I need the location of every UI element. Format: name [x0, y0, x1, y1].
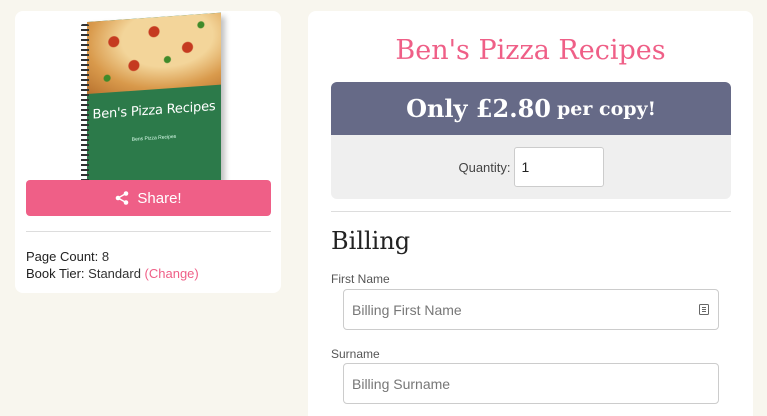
page-count-label: Page Count:: [26, 249, 99, 264]
spiral-binding: [81, 24, 89, 190]
divider: [331, 211, 731, 212]
autofill-icon[interactable]: [699, 304, 709, 315]
surname-field[interactable]: [343, 363, 719, 404]
book-tier-label: Book Tier:: [26, 266, 85, 281]
share-button[interactable]: Share!: [26, 180, 271, 216]
divider: [26, 231, 271, 232]
book-meta: Page Count: 8 Book Tier: Standard (Chang…: [26, 248, 199, 282]
order-form-card: Ben's Pizza Recipes Only £2.80 per copy!…: [308, 11, 753, 416]
quantity-label: Quantity:: [458, 159, 511, 175]
book-tier-value: Standard: [88, 266, 141, 281]
change-tier-link[interactable]: (Change): [145, 266, 199, 281]
price-amount: Only £2.80: [406, 94, 552, 123]
book-cover-image: Ben's Pizza Recipes Bens Pizza Recipes: [79, 12, 229, 191]
quantity-row: Quantity:: [331, 135, 731, 199]
book-preview-card: Ben's Pizza Recipes Bens Pizza Recipes S…: [15, 11, 281, 293]
page-title: Ben's Pizza Recipes: [395, 35, 666, 66]
first-name-label: First Name: [331, 272, 390, 286]
pizza-image: [87, 12, 221, 95]
book-tier-row: Book Tier: Standard (Change): [26, 265, 199, 282]
page-count-value: 8: [101, 249, 110, 264]
share-icon: [116, 191, 129, 205]
share-button-label: Share!: [137, 189, 182, 207]
page-count-row: Page Count: 8: [26, 248, 199, 265]
book-cover-title: Ben's Pizza Recipes: [92, 99, 216, 123]
price-panel: Only £2.80 per copy! Quantity:: [331, 82, 731, 199]
surname-label: Surname: [331, 347, 380, 361]
book-cover-author: Bens Pizza Recipes: [131, 133, 177, 143]
book-cover: Ben's Pizza Recipes Bens Pizza Recipes: [87, 12, 221, 191]
billing-heading: Billing: [331, 227, 411, 255]
price-banner: Only £2.80 per copy!: [331, 82, 731, 135]
price-unit: per copy!: [557, 97, 656, 120]
first-name-field[interactable]: [343, 289, 719, 330]
quantity-input[interactable]: [513, 147, 604, 187]
